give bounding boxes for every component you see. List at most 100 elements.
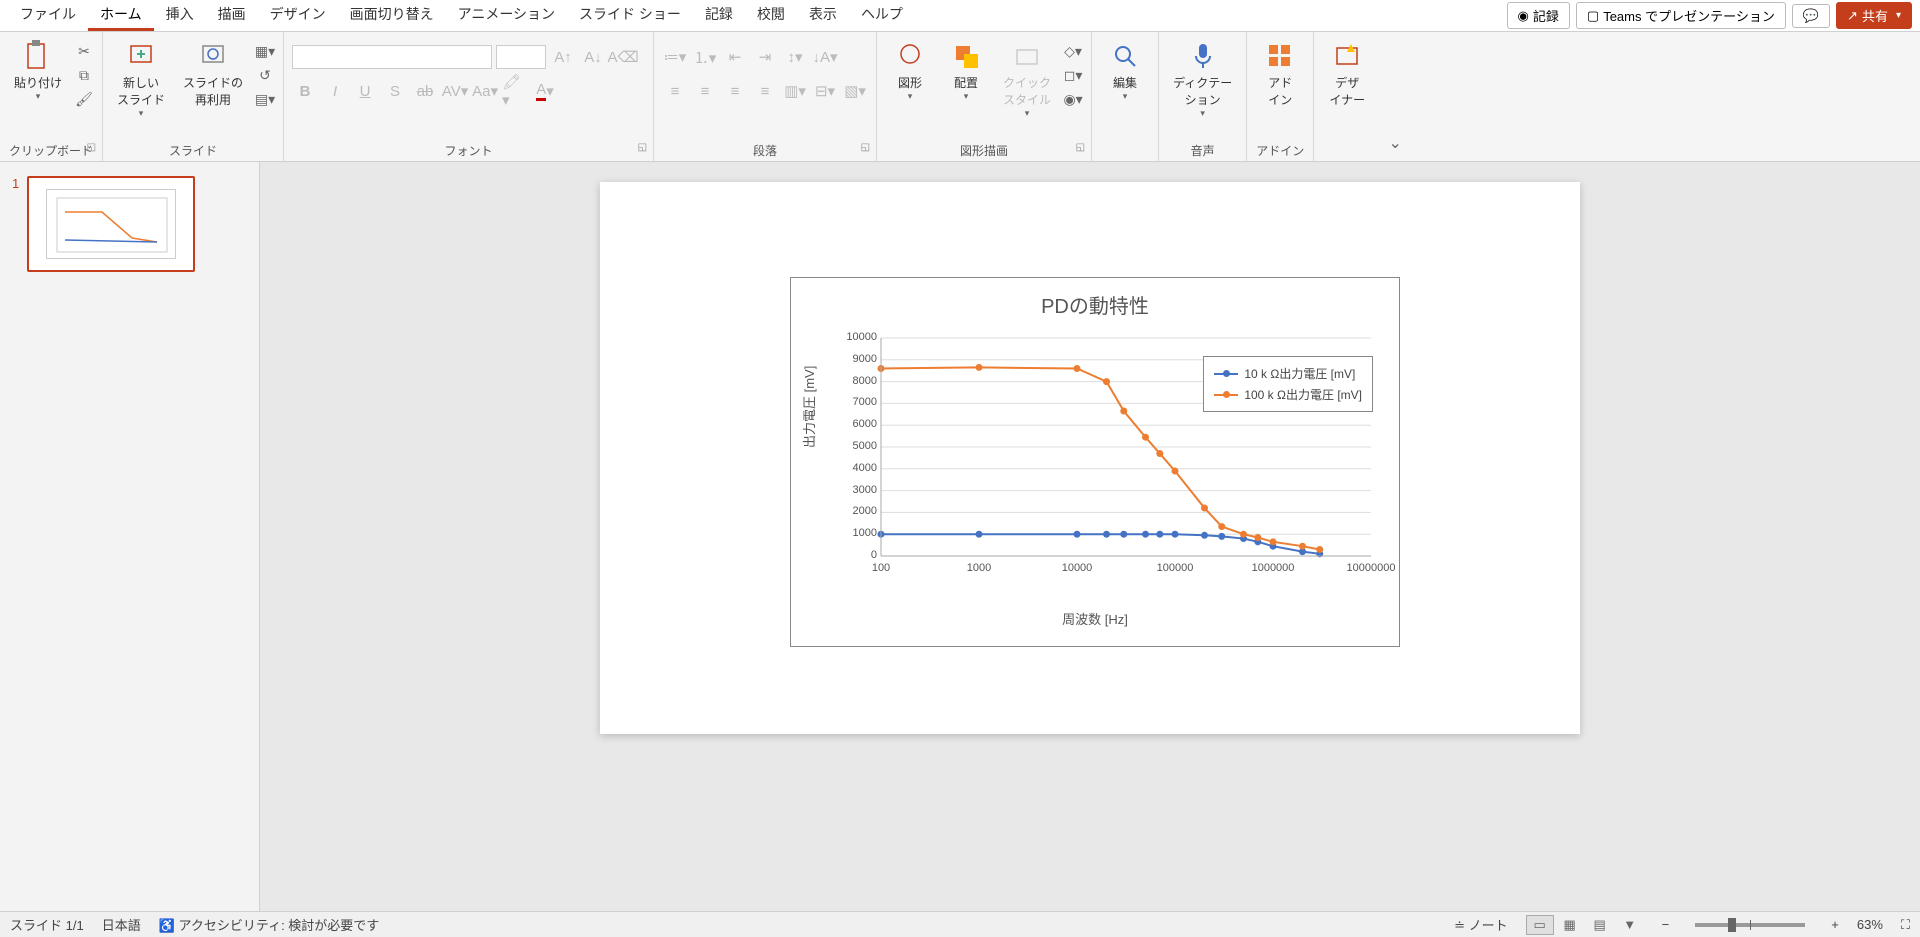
reading-view-icon[interactable]: ▤ <box>1586 915 1614 935</box>
chart[interactable]: PDの動特性 出力電圧 [mV] 10000900080007000600050… <box>790 277 1400 647</box>
line-spacing-icon[interactable]: ↕▾ <box>782 44 808 70</box>
section-icon[interactable]: ▤▾ <box>255 90 275 108</box>
case-button[interactable]: Aa▾ <box>472 78 498 104</box>
record-button[interactable]: ◉記録 <box>1507 2 1570 29</box>
workspace: 1 PDの動特性 出力電圧 [mV] 100009000800070006000… <box>0 162 1920 911</box>
zoom-out-button[interactable]: − <box>1662 917 1670 932</box>
spacing-button[interactable]: AV▾ <box>442 78 468 104</box>
legend-series-2: 100 k Ω出力電圧 [mV] <box>1244 386 1362 403</box>
layout-icon[interactable]: ▦▾ <box>255 42 275 60</box>
thumbnail-panel: 1 <box>0 162 260 911</box>
cut-icon[interactable]: ✂ <box>74 42 94 60</box>
shape-outline-icon[interactable]: ◻▾ <box>1063 66 1083 84</box>
paragraph-dialog-icon[interactable]: ◱ <box>861 142 870 153</box>
highlight-button[interactable]: 🖍▾ <box>502 78 528 104</box>
addin-button[interactable]: アド イン <box>1255 36 1305 112</box>
underline-button[interactable]: U <box>352 78 378 104</box>
clipboard-dialog-icon[interactable]: ◱ <box>87 142 96 153</box>
new-slide-button[interactable]: 新しい スライド▾ <box>111 36 171 123</box>
menu-tab-4[interactable]: デザイン <box>258 0 338 31</box>
ribbon-collapse-icon[interactable]: ⌄ <box>1380 32 1410 161</box>
indent-inc-icon[interactable]: ⇥ <box>752 44 778 70</box>
slide-counter[interactable]: スライド 1/1 <box>10 915 84 934</box>
language-indicator[interactable]: 日本語 <box>102 915 141 934</box>
menu-tab-8[interactable]: 記録 <box>693 0 745 31</box>
menu-tab-0[interactable]: ファイル <box>8 0 88 31</box>
text-direction-icon[interactable]: ↓A▾ <box>812 44 838 70</box>
font-name-select[interactable] <box>292 45 492 69</box>
increase-font-icon[interactable]: A↑ <box>550 44 576 70</box>
menu-bar: ファイルホーム挿入描画デザイン画面切り替えアニメーションスライド ショー記録校閲… <box>0 0 1920 32</box>
menu-tab-9[interactable]: 校閲 <box>745 0 797 31</box>
decrease-font-icon[interactable]: A↓ <box>580 44 606 70</box>
quick-styles-button[interactable]: クイック スタイル▾ <box>997 36 1057 123</box>
slide-thumbnail-1[interactable] <box>27 176 195 272</box>
arrange-button[interactable]: 配置▾ <box>941 36 991 106</box>
numbering-icon[interactable]: ⒈▾ <box>692 44 718 70</box>
shape-fill-icon[interactable]: ◇▾ <box>1063 42 1083 60</box>
menu-tab-1[interactable]: ホーム <box>88 0 154 31</box>
align-text-icon[interactable]: ⊟▾ <box>812 78 838 104</box>
italic-button[interactable]: I <box>322 78 348 104</box>
strike-button[interactable]: ab <box>412 78 438 104</box>
menu-tab-6[interactable]: アニメーション <box>446 0 567 31</box>
indent-dec-icon[interactable]: ⇤ <box>722 44 748 70</box>
shadow-button[interactable]: S <box>382 78 408 104</box>
menu-tab-11[interactable]: ヘルプ <box>849 0 915 31</box>
thumb-number: 1 <box>12 176 19 272</box>
reuse-slides-button[interactable]: スライドの 再利用 <box>177 36 249 112</box>
legend-series-1: 10 k Ω出力電圧 [mV] <box>1244 365 1355 382</box>
ribbon: 貼り付け▾ ✂ ⧉ 🖌 クリップボード◱ 新しい スライド▾ スライドの 再利用… <box>0 32 1920 162</box>
slide[interactable]: PDの動特性 出力電圧 [mV] 10000900080007000600050… <box>600 182 1580 734</box>
bold-button[interactable]: B <box>292 78 318 104</box>
slideshow-view-icon[interactable]: ▼ <box>1616 915 1644 935</box>
sorter-view-icon[interactable]: ▦ <box>1556 915 1584 935</box>
clear-format-icon[interactable]: A⌫ <box>610 44 636 70</box>
zoom-level[interactable]: 63% <box>1857 917 1883 932</box>
comments-button[interactable]: 💬 <box>1792 4 1830 28</box>
drawing-dialog-icon[interactable]: ◱ <box>1076 142 1085 153</box>
notes-button[interactable]: ≐ ノート <box>1454 915 1508 934</box>
fit-to-window-icon[interactable]: ⛶ <box>1901 917 1910 933</box>
chart-yticks: 1000090008000700060005000400030002000100… <box>839 332 877 572</box>
reset-icon[interactable]: ↺ <box>255 66 275 84</box>
editing-button[interactable]: 編集▾ <box>1100 36 1150 106</box>
group-editing: 編集▾ <box>1092 32 1159 161</box>
format-painter-icon[interactable]: 🖌 <box>74 90 94 108</box>
copy-icon[interactable]: ⧉ <box>74 66 94 84</box>
align-right-icon[interactable]: ≡ <box>722 78 748 104</box>
dictate-button[interactable]: ディクテー ション▾ <box>1167 36 1238 123</box>
zoom-slider[interactable] <box>1695 923 1805 927</box>
teams-present-button[interactable]: ▢Teams でプレゼンテーション <box>1576 2 1786 29</box>
zoom-in-button[interactable]: + <box>1831 917 1839 932</box>
status-bar: スライド 1/1 日本語 ♿ アクセシビリティ: 検討が必要です ≐ ノート ▭… <box>0 911 1920 937</box>
align-left-icon[interactable]: ≡ <box>662 78 688 104</box>
smartart-icon[interactable]: ▧▾ <box>842 78 868 104</box>
font-size-select[interactable] <box>496 45 546 69</box>
paste-button[interactable]: 貼り付け▾ <box>8 36 68 106</box>
justify-icon[interactable]: ≡ <box>752 78 778 104</box>
accessibility-checker[interactable]: ♿ アクセシビリティ: 検討が必要です <box>159 915 380 934</box>
chart-xlabel: 周波数 [Hz] <box>791 609 1399 628</box>
menu-tab-5[interactable]: 画面切り替え <box>338 0 446 31</box>
bullets-icon[interactable]: ≔▾ <box>662 44 688 70</box>
menu-tab-2[interactable]: 挿入 <box>154 0 206 31</box>
align-center-icon[interactable]: ≡ <box>692 78 718 104</box>
share-button[interactable]: ↗共有▾ <box>1836 2 1912 29</box>
font-dialog-icon[interactable]: ◱ <box>638 142 647 153</box>
font-color-button[interactable]: A▾ <box>532 78 558 104</box>
group-drawing: 図形▾ 配置▾ クイック スタイル▾ ◇▾ ◻▾ ◉▾ 図形描画◱ <box>877 32 1092 161</box>
menu-tab-7[interactable]: スライド ショー <box>567 0 693 31</box>
columns-icon[interactable]: ▥▾ <box>782 78 808 104</box>
menu-tab-10[interactable]: 表示 <box>797 0 849 31</box>
shapes-button[interactable]: 図形▾ <box>885 36 935 106</box>
group-clipboard: 貼り付け▾ ✂ ⧉ 🖌 クリップボード◱ <box>0 32 103 161</box>
menu-tab-3[interactable]: 描画 <box>206 0 258 31</box>
group-voice: ディクテー ション▾ 音声 <box>1159 32 1247 161</box>
group-paragraph: ≔▾ ⒈▾ ⇤ ⇥ ↕▾ ↓A▾ ≡ ≡ ≡ ≡ ▥▾ ⊟▾ ▧▾ 段落◱ <box>654 32 877 161</box>
designer-button[interactable]: デザ イナー <box>1322 36 1372 112</box>
slide-canvas-area[interactable]: PDの動特性 出力電圧 [mV] 10000900080007000600050… <box>260 162 1920 911</box>
shape-effects-icon[interactable]: ◉▾ <box>1063 90 1083 108</box>
normal-view-icon[interactable]: ▭ <box>1526 915 1554 935</box>
chart-legend: 10 k Ω出力電圧 [mV] 100 k Ω出力電圧 [mV] <box>1203 356 1373 412</box>
